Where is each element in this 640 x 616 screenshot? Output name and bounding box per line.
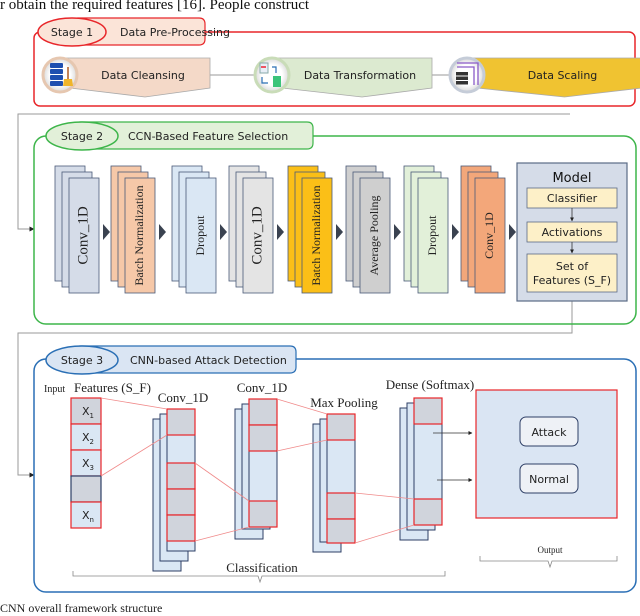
layer-label: Conv_1D: [75, 206, 91, 265]
layer-label: Conv_1D: [249, 206, 265, 265]
stack-slab: [456, 72, 468, 76]
cnn-layer-stack: Average Pooling: [345, 165, 401, 294]
active-cell: [248, 398, 278, 426]
stage1-panel: Stage 1 Data Pre-Processing Data Cleansi…: [33, 17, 640, 107]
flow-arrow-icon: [336, 224, 343, 240]
server-slab: [50, 81, 63, 86]
conv1d-stack-1: Conv_1D: [152, 390, 209, 572]
active-cell: [413, 397, 443, 425]
stage1-step: Data Transformation: [253, 56, 455, 98]
active-cell: [166, 462, 196, 490]
flow-arrow-icon: [277, 224, 284, 240]
layer-label: Conv_1D: [482, 212, 496, 259]
active-cell: [248, 424, 278, 452]
model-box: Model Classifier Activations Set ofFeature…: [516, 162, 628, 302]
active-cell: [166, 488, 196, 516]
active-cell: [326, 518, 356, 544]
step-label: Data Transformation: [304, 69, 416, 82]
cnn-layer-stack: Batch Normalization: [110, 165, 166, 294]
cnn-layer-stack: Conv_1D: [228, 165, 284, 294]
server-slab: [50, 69, 63, 74]
feature-cell: [70, 475, 102, 503]
feature-cell: X3: [70, 449, 102, 477]
active-cell: [326, 413, 356, 441]
doc-target: [273, 76, 281, 87]
cnn-layer-stack: Dropout: [171, 165, 227, 294]
feature-cell-box: [70, 475, 102, 503]
step-label: Data Scaling: [528, 69, 598, 82]
server-slab: [50, 75, 63, 80]
flow-arrow-icon: [452, 224, 459, 240]
stage2-badge-label: Stage 2: [61, 130, 103, 143]
input-label-prefix: Input: [44, 384, 65, 395]
output-class-attack: Attack: [519, 416, 579, 447]
feature-cell: Xn: [70, 501, 102, 529]
cnn-layer-stack: Conv_1D: [54, 165, 110, 294]
layer-title: Dense (Softmax): [386, 377, 474, 392]
layer-title: Conv_1D: [158, 390, 209, 405]
stage1-step: Data Cleansing: [41, 56, 260, 98]
output-class-label: Normal: [529, 473, 569, 486]
conv1d-stack-2: Conv_1D: [234, 380, 288, 540]
input-label: Features (S_F): [74, 380, 151, 395]
model-title: Model: [552, 171, 591, 186]
output-class-normal: Normal: [519, 463, 579, 494]
stack-slab: [456, 76, 468, 80]
layer-title: Conv_1D: [237, 380, 288, 395]
layer-label: Dropout: [425, 215, 439, 256]
layer-label: Average Pooling: [367, 195, 381, 275]
cnn-layer-stack: Dropout: [403, 165, 459, 294]
output-class-label: Attack: [531, 426, 567, 439]
flow-arrow-icon: [220, 224, 227, 240]
framework-diagram: Stage 1 Data Pre-Processing Data Cleansi…: [17, 17, 640, 593]
doc-source: [259, 62, 269, 74]
flow-arrow-icon: [103, 224, 110, 240]
layer-title: Max Pooling: [310, 395, 378, 410]
stage3-panel: Stage 3 CNN-based Attack Detection Input…: [33, 345, 637, 593]
stage1-title: Data Pre-Processing: [120, 26, 230, 39]
layer-label: Dropout: [193, 215, 207, 256]
active-cell: [326, 492, 356, 520]
stage3-title: CNN-based Attack Detection: [130, 354, 287, 367]
flow-arrow-icon: [159, 224, 166, 240]
model-item-label: Set of: [556, 260, 589, 273]
stack-slab: [456, 81, 468, 85]
max-pooling-stack: Max Pooling: [310, 395, 378, 553]
model-item-label: Features (S_F): [533, 274, 611, 287]
input-feature-column: X1X2X3 Xn: [70, 397, 102, 529]
server-slab: [50, 63, 63, 68]
layer-label: Batch Normalization: [132, 185, 146, 285]
active-cell: [248, 500, 278, 528]
stage1-badge-label: Stage 1: [51, 26, 93, 39]
stage1-step: Data Scaling: [448, 56, 640, 98]
layer-label: Batch Normalization: [309, 185, 323, 285]
cnn-layer-stack: Conv_1D: [460, 165, 516, 294]
feature-cell: X2: [70, 423, 102, 451]
broom-head: [63, 79, 73, 86]
stage2-panel: Stage 2 CCN-Based Feature Selection Conv…: [33, 121, 637, 325]
output-box: Attack Normal: [433, 389, 618, 519]
output-label: Output: [537, 545, 563, 555]
flow-arrow-icon: [509, 224, 516, 240]
model-item-label: Classifier: [547, 192, 598, 205]
step-label: Data Cleansing: [101, 69, 185, 82]
classification-label: Classification: [226, 560, 298, 575]
dense-softmax-stack: Dense (Softmax): [386, 377, 474, 541]
active-cell: [166, 514, 196, 542]
model-item-label: Activations: [542, 226, 603, 239]
output-frame: [475, 389, 618, 519]
stage2-title: CCN-Based Feature Selection: [128, 130, 288, 143]
feature-cell: X1: [70, 397, 102, 425]
model-item: Set ofFeatures (S_F): [526, 253, 618, 293]
flow-arrow-icon: [394, 224, 401, 240]
output-brace: [479, 556, 618, 569]
active-cell: [166, 408, 196, 436]
active-cell: [413, 498, 443, 526]
cnn-layer-stack: Batch Normalization: [287, 165, 343, 294]
stage3-badge-label: Stage 3: [61, 354, 103, 367]
